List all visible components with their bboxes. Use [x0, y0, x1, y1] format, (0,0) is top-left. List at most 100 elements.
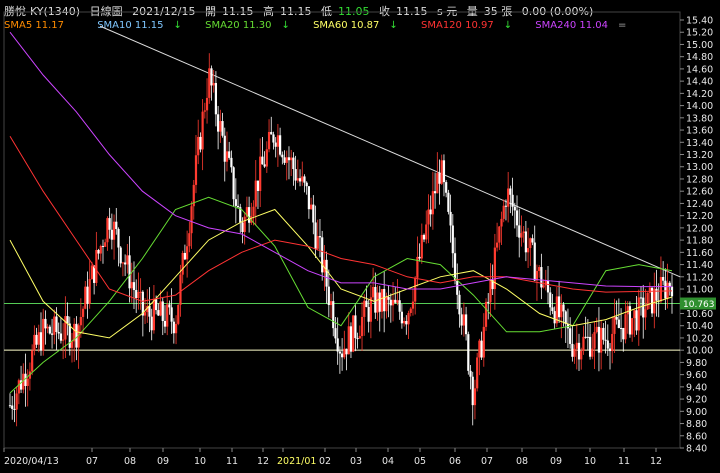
candle-body: [128, 255, 131, 289]
candle-body: [157, 310, 160, 316]
candle-body: [267, 131, 271, 150]
candle-body: [642, 297, 645, 318]
candle-body: [101, 245, 105, 247]
candle-body: [551, 307, 554, 312]
x-tick-label: 11: [618, 456, 630, 467]
y-tick-label: 8.60: [686, 431, 707, 442]
candle-body: [343, 348, 346, 358]
candle-body: [584, 336, 587, 338]
candle-body: [358, 336, 361, 339]
y-tick-label: 9.80: [686, 358, 707, 369]
candle-body: [181, 252, 184, 275]
candle-body: [219, 121, 222, 132]
candle-body: [349, 326, 353, 352]
candle-body: [557, 296, 561, 318]
candle-body: [442, 160, 446, 183]
candle-body: [174, 323, 178, 334]
y-tick-label: 10.00: [686, 346, 713, 357]
candle-body: [46, 326, 49, 329]
candle-body: [314, 222, 317, 249]
y-tick-label: 8.40: [686, 444, 707, 455]
y-tick-label: 12.80: [686, 174, 713, 185]
x-tick-label: 06: [449, 456, 461, 467]
y-tick-label: 14.00: [686, 101, 713, 112]
candle-body: [50, 333, 54, 335]
candle-body: [121, 262, 125, 264]
y-tick-label: 12.60: [686, 187, 713, 198]
candle-body: [143, 312, 147, 316]
candle-body: [580, 350, 583, 360]
candle-body: [170, 307, 173, 322]
candle-body: [380, 289, 384, 312]
x-tick-label: 10: [194, 456, 206, 467]
candle-body: [546, 280, 550, 293]
candle-body: [263, 164, 266, 167]
candle-body: [329, 301, 333, 306]
candle-body: [130, 282, 133, 289]
candle-body: [84, 286, 87, 309]
candle-body: [476, 357, 479, 389]
plot-frame: [3, 11, 681, 449]
candle-body: [575, 342, 578, 349]
candle-body: [301, 176, 304, 182]
candle-body: [48, 326, 51, 334]
candle-body: [307, 186, 310, 210]
candle-body: [230, 157, 233, 168]
candle-body: [303, 176, 306, 183]
candle-body: [86, 286, 89, 304]
y-tick-label: 10.40: [686, 321, 713, 332]
candle-body: [469, 370, 472, 377]
candle-body: [467, 334, 470, 371]
candle-body: [190, 206, 193, 234]
candle-body: [367, 306, 370, 322]
candlestick-chart[interactable]: 15.4015.2015.0014.8014.60 14.4014.2014.00…: [0, 0, 720, 473]
candle-body: [55, 316, 58, 332]
candle-body: [104, 242, 107, 247]
candle-body: [522, 231, 525, 234]
y-tick-label: 9.40: [686, 382, 707, 393]
candle-body: [405, 320, 408, 325]
y-tick-label: 12.00: [686, 223, 713, 234]
candle-body: [135, 290, 138, 298]
candle-body: [511, 194, 514, 207]
candle-body: [480, 340, 483, 358]
candle-body: [81, 308, 85, 317]
candle-body: [427, 209, 430, 225]
candle-body: [509, 188, 512, 195]
candle-body: [341, 353, 344, 358]
candle-body: [35, 334, 38, 345]
candle-body: [518, 225, 521, 238]
candle-body: [664, 280, 667, 299]
candle-body: [376, 292, 379, 313]
candle-body: [407, 312, 410, 325]
candle-body: [186, 246, 189, 260]
candle-body: [529, 238, 532, 249]
candle-body: [538, 267, 541, 271]
candle-body: [420, 234, 423, 259]
candle-body: [336, 338, 339, 352]
candle-body: [232, 167, 235, 200]
candle-body: [624, 314, 627, 340]
y-tick-label: 8.80: [686, 419, 707, 430]
y-tick-label: 14.40: [686, 77, 713, 88]
candle-body: [398, 300, 401, 312]
candle-body: [276, 135, 279, 147]
y-tick-label: 11.20: [686, 272, 713, 283]
candle-body: [562, 304, 565, 312]
candle-body: [79, 316, 82, 326]
candle-body: [619, 327, 623, 329]
candle-body: [478, 340, 481, 358]
candle-body: [533, 242, 536, 281]
candle-body: [440, 160, 443, 184]
candle-body: [290, 157, 293, 161]
candle-body: [256, 180, 260, 191]
candle-body: [502, 205, 505, 219]
candle-body: [126, 255, 129, 265]
x-tick-label: 12: [650, 456, 662, 467]
candle-body: [391, 299, 395, 306]
candle-body: [90, 265, 94, 280]
candle-body: [613, 316, 616, 334]
y-tick-label: 12.20: [686, 211, 713, 222]
candle-body: [33, 334, 36, 351]
candle-body: [504, 205, 508, 207]
